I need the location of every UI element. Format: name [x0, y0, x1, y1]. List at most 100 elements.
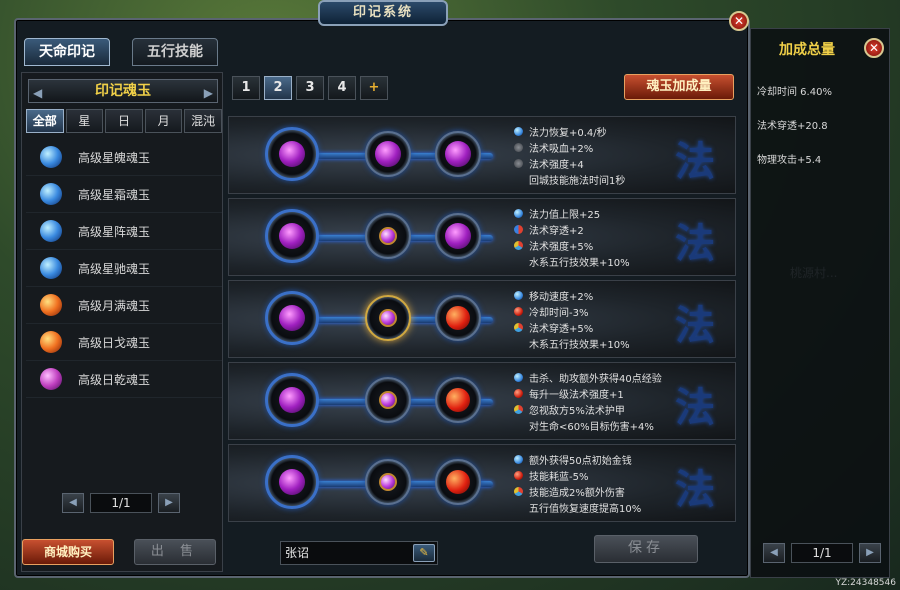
blue-gem-icon — [40, 146, 62, 168]
list-item[interactable]: 高级星阵魂玉 — [26, 213, 222, 250]
seal-socket[interactable] — [365, 295, 411, 341]
list-item[interactable]: 高级日戈魂玉 — [26, 324, 222, 361]
right-pager: ◀ 1/1 ▶ — [763, 543, 881, 563]
item-label: 高级星霜魂玉 — [78, 187, 151, 202]
seal-page-name-field[interactable]: 张诏 ✎ — [280, 541, 438, 565]
seal-socket[interactable] — [435, 459, 481, 505]
stat-text: 移动速度+2% — [529, 291, 594, 303]
star-dot-icon — [514, 290, 523, 300]
window-title: 印记系统 — [318, 0, 448, 26]
seal-mark-glyph: 法 — [675, 384, 715, 431]
item-label: 高级星阵魂玉 — [78, 224, 151, 239]
star-dot-icon — [514, 372, 523, 382]
stat-text: 技能造成2%额外伤害 — [529, 487, 625, 499]
bonus-total-title: 加成总量 — [779, 42, 835, 58]
tab-page-3[interactable]: 3 — [296, 76, 324, 100]
seal-slot-area: 法力恢复+0.4/秒 法术吸血+2% 法术强度+4 回城技能施法时间1秒 法 法… — [228, 112, 738, 528]
list-item[interactable]: 高级星霜魂玉 — [26, 176, 222, 213]
tab-destiny-seal[interactable]: 天命印记 — [24, 38, 110, 66]
seal-socket[interactable] — [435, 131, 481, 177]
purple-crystal-icon — [279, 223, 305, 249]
add-page-button[interactable]: + — [360, 76, 388, 100]
purple-crystal-icon — [445, 223, 471, 249]
gray-dot-icon — [514, 158, 523, 168]
mixed-dot-icon — [514, 404, 523, 414]
filter-sun[interactable]: 日 — [105, 109, 143, 133]
soul-jade-bonus-button[interactable]: 魂玉加成量 — [624, 74, 734, 100]
orange-gem-icon — [40, 294, 62, 316]
stat-text: 水系五行技效果+10% — [529, 257, 630, 269]
stat-text: 技能耗蓝-5% — [529, 471, 589, 483]
mixed-dot-icon — [514, 240, 523, 250]
purple-crystal-icon — [279, 305, 305, 331]
list-item[interactable]: 高级日乾魂玉 — [26, 361, 222, 398]
seal-socket[interactable] — [265, 373, 319, 427]
filter-chaos[interactable]: 混沌 — [184, 109, 222, 133]
seal-socket[interactable] — [365, 131, 411, 177]
seal-slot-row: 击杀、助攻额外获得40点经验 每升一级法术强度+1 忽视敌方5%法术护甲 对生命… — [228, 362, 736, 440]
red-arrow-gem-icon — [446, 306, 470, 330]
seal-slot-row: 法力值上限+25 法术穿透+2 法术强度+5% 水系五行技效果+10% 法 — [228, 198, 736, 276]
close-icon[interactable]: ✕ — [864, 38, 884, 58]
blue-gem-icon — [40, 183, 62, 205]
bonus-stat: 冷却时间 6.40% — [757, 87, 832, 98]
stat-text: 额外获得50点初始金钱 — [529, 455, 632, 467]
pencil-icon[interactable]: ✎ — [413, 544, 435, 562]
seal-socket[interactable] — [435, 295, 481, 341]
seal-socket[interactable] — [365, 213, 411, 259]
seal-socket[interactable] — [265, 127, 319, 181]
prev-page-button[interactable]: ◀ — [62, 493, 84, 513]
version-label: YZ:24348546 — [835, 578, 896, 588]
list-item[interactable]: 高级星魄魂玉 — [26, 139, 222, 176]
red-dot-icon — [514, 470, 523, 480]
page-indicator: 1/1 — [791, 543, 853, 563]
filter-all[interactable]: 全部 — [26, 109, 64, 133]
seal-socket[interactable] — [265, 455, 319, 509]
purple-crystal-icon — [375, 141, 401, 167]
seal-socket[interactable] — [435, 213, 481, 259]
red-arrow-gem-icon — [446, 470, 470, 494]
stat-text: 法术穿透+2 — [529, 225, 584, 237]
stat-text: 法术强度+4 — [529, 159, 584, 171]
filter-moon[interactable]: 月 — [144, 109, 183, 133]
tab-page-2[interactable]: 2 — [264, 76, 292, 100]
seal-socket[interactable] — [265, 209, 319, 263]
list-item[interactable]: 高级星驰魂玉 — [26, 250, 222, 287]
stat-text: 每升一级法术强度+1 — [529, 389, 624, 401]
red-dot-icon — [514, 388, 523, 398]
seal-socket[interactable] — [265, 291, 319, 345]
left-pager: ◀ 1/1 ▶ — [62, 493, 180, 513]
purple-crystal-icon — [279, 141, 305, 167]
list-item[interactable]: 高级月满魂玉 — [26, 287, 222, 324]
stat-text: 冷却时间-3% — [529, 307, 589, 319]
purple-orb-icon — [379, 473, 397, 491]
stat-text: 法力值上限+25 — [529, 209, 601, 221]
tab-five-elements-skill[interactable]: 五行技能 — [132, 38, 218, 66]
purple-orb-icon — [379, 309, 397, 327]
seal-slot-row: 额外获得50点初始金钱 技能耗蓝-5% 技能造成2%额外伤害 五行值恢复速度提高… — [228, 444, 736, 522]
blue-gem-icon — [40, 257, 62, 279]
seal-socket[interactable] — [365, 459, 411, 505]
purple-orb-icon — [379, 391, 397, 409]
prev-page-button[interactable]: ◀ — [763, 543, 785, 563]
star-dot-icon — [514, 208, 523, 218]
seal-socket[interactable] — [365, 377, 411, 423]
filter-tabs: 全部 星 日 月 混沌 — [26, 109, 222, 133]
next-page-button[interactable]: ▶ — [158, 493, 180, 513]
save-button[interactable]: 保存 — [594, 535, 698, 563]
bonus-total-panel: 加成总量 冷却时间 6.40% 法术穿透+20.8 物理攻击+5.4 ◀ 1/1… — [750, 28, 890, 578]
mixed-dot-icon — [514, 486, 523, 496]
sell-button[interactable]: 出 售 — [134, 539, 216, 565]
seal-socket[interactable] — [435, 377, 481, 423]
next-page-button[interactable]: ▶ — [859, 543, 881, 563]
purple-crystal-icon — [279, 387, 305, 413]
bonus-stat: 法术穿透+20.8 — [757, 121, 828, 132]
seal-mark-glyph: 法 — [675, 302, 715, 349]
shop-buy-button[interactable]: 商城购买 — [22, 539, 114, 565]
filter-star[interactable]: 星 — [65, 109, 104, 133]
close-icon[interactable]: ✕ — [729, 11, 749, 31]
gray-dot-icon — [514, 142, 523, 152]
tab-page-4[interactable]: 4 — [328, 76, 356, 100]
tab-page-1[interactable]: 1 — [232, 76, 260, 100]
star-dot-icon — [514, 126, 523, 136]
